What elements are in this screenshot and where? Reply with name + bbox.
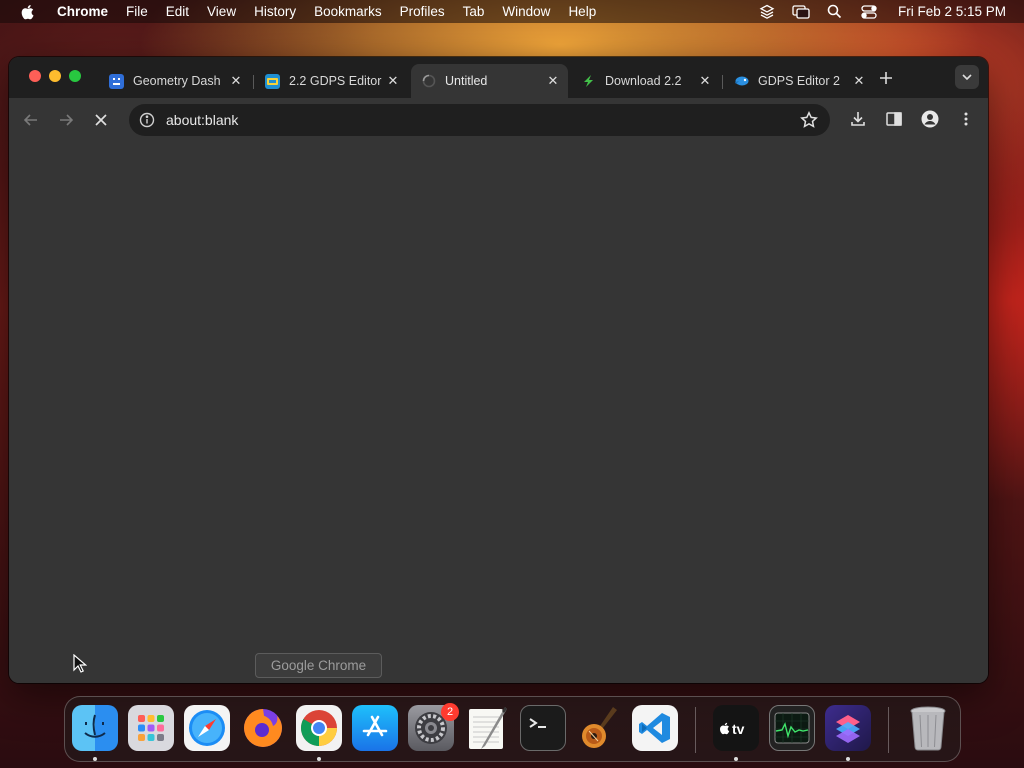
dock: tv (64, 696, 961, 762)
running-indicator (846, 757, 850, 761)
tab-close-icon[interactable]: ✕ (696, 72, 714, 90)
tab-gdps-editor-2[interactable]: GDPS Editor 2 ✕ (724, 64, 874, 98)
profile-icon (921, 110, 939, 128)
back-button[interactable] (19, 108, 43, 132)
apple-tv-icon[interactable]: tv (713, 705, 759, 751)
download-icon (851, 112, 865, 126)
more-vertical-icon (964, 112, 968, 126)
site-info-icon[interactable] (138, 111, 156, 129)
loading-spinner-icon (421, 74, 436, 89)
menu-history[interactable]: History (245, 0, 305, 23)
blue-bird-favicon (734, 74, 749, 89)
tab-strip: Geometry Dash ✕ 2.2 GDPS Editor ✕ Untitl… (9, 57, 988, 98)
tab-close-icon[interactable]: ✕ (227, 72, 245, 90)
gdps-favicon (265, 73, 280, 89)
apple-menu-icon[interactable] (20, 4, 34, 20)
trash-icon[interactable] (905, 705, 951, 751)
window-minimize-button[interactable] (49, 70, 61, 82)
vscode-icon[interactable] (632, 705, 678, 751)
tab-title: 2.2 GDPS Editor (289, 74, 382, 88)
app-store-icon[interactable] (352, 705, 398, 751)
running-indicator (317, 757, 321, 761)
close-icon (95, 114, 107, 126)
menu-view[interactable]: View (198, 0, 245, 23)
address-text[interactable]: about:blank (166, 112, 238, 128)
spotlight-search-icon[interactable] (826, 3, 844, 21)
firefox-icon[interactable] (240, 705, 286, 751)
tab-separator (253, 75, 254, 89)
forward-button[interactable] (54, 108, 78, 132)
chrome-menu-button[interactable] (955, 108, 977, 130)
tab-gdps-editor[interactable]: 2.2 GDPS Editor ✕ (255, 64, 408, 98)
tab-title: Geometry Dash (133, 74, 221, 88)
side-panel-button[interactable] (883, 108, 905, 130)
svg-text:tv: tv (732, 721, 745, 736)
menu-profiles[interactable]: Profiles (391, 0, 454, 23)
address-bar[interactable]: about:blank (129, 104, 830, 136)
tab-separator (722, 75, 723, 89)
tab-title: Untitled (445, 74, 488, 88)
notification-badge: 2 (441, 703, 459, 721)
menu-extras: Fri Feb 2 5:15 PM (758, 0, 1006, 23)
tab-search-button[interactable] (955, 65, 979, 89)
page-content[interactable] (9, 140, 988, 683)
dock-separator (695, 707, 696, 753)
menu-help[interactable]: Help (559, 0, 605, 23)
tab-title: Download 2.2 (605, 74, 682, 88)
side-panel-icon (886, 112, 902, 126)
arrow-left-icon (24, 114, 37, 126)
terminal-icon[interactable] (520, 705, 566, 751)
running-indicator (93, 757, 97, 761)
menu-bookmarks[interactable]: Bookmarks (305, 0, 391, 23)
downloads-button[interactable] (847, 108, 869, 130)
tab-close-icon[interactable]: ✕ (384, 72, 402, 90)
mouse-cursor-icon (73, 654, 87, 673)
green-leaf-favicon (581, 74, 596, 89)
tab-download[interactable]: Download 2.2 ✕ (571, 64, 720, 98)
menu-window[interactable]: Window (493, 0, 559, 23)
control-center-icon[interactable] (860, 3, 878, 21)
finder-icon[interactable] (72, 705, 118, 751)
tab-untitled[interactable]: Untitled ✕ (411, 64, 568, 98)
layers-icon[interactable] (758, 3, 776, 21)
menu-edit[interactable]: Edit (157, 0, 198, 23)
chevron-down-icon (962, 74, 972, 80)
menu-tab[interactable]: Tab (454, 0, 494, 23)
dock-tooltip: Google Chrome (255, 653, 382, 678)
running-indicator (734, 757, 738, 761)
menu-file[interactable]: File (117, 0, 157, 23)
chrome-window: Geometry Dash ✕ 2.2 GDPS Editor ✕ Untitl… (9, 57, 988, 683)
arrow-right-icon (60, 114, 73, 126)
tab-close-icon[interactable]: ✕ (850, 72, 868, 90)
activity-monitor-icon[interactable] (769, 705, 815, 751)
screen-mirroring-icon[interactable] (792, 3, 810, 21)
menu-bar: Chrome File Edit View History Bookmarks … (0, 0, 1024, 23)
tab-geometry-dash[interactable]: Geometry Dash ✕ (99, 64, 251, 98)
geometry-dash-favicon (109, 73, 124, 89)
tab-close-icon[interactable]: ✕ (544, 72, 562, 90)
google-chrome-icon[interactable] (296, 705, 342, 751)
stop-loading-button[interactable] (89, 108, 113, 132)
safari-icon[interactable] (184, 705, 230, 751)
bookmark-star-icon[interactable] (800, 111, 818, 129)
menubar-clock[interactable]: Fri Feb 2 5:15 PM (898, 4, 1006, 19)
textedit-icon[interactable] (464, 705, 510, 751)
window-controls (29, 70, 81, 82)
shortcuts-icon[interactable] (825, 705, 871, 751)
launchpad-icon[interactable] (128, 705, 174, 751)
new-tab-button[interactable] (875, 67, 897, 89)
browser-toolbar: about:blank (9, 98, 988, 140)
tab-title: GDPS Editor 2 (758, 74, 840, 88)
menu-app-name[interactable]: Chrome (48, 0, 117, 23)
garageband-icon[interactable] (576, 705, 622, 751)
window-close-button[interactable] (29, 70, 41, 82)
profile-button[interactable] (919, 108, 941, 130)
window-zoom-button[interactable] (69, 70, 81, 82)
dock-separator (888, 707, 889, 753)
